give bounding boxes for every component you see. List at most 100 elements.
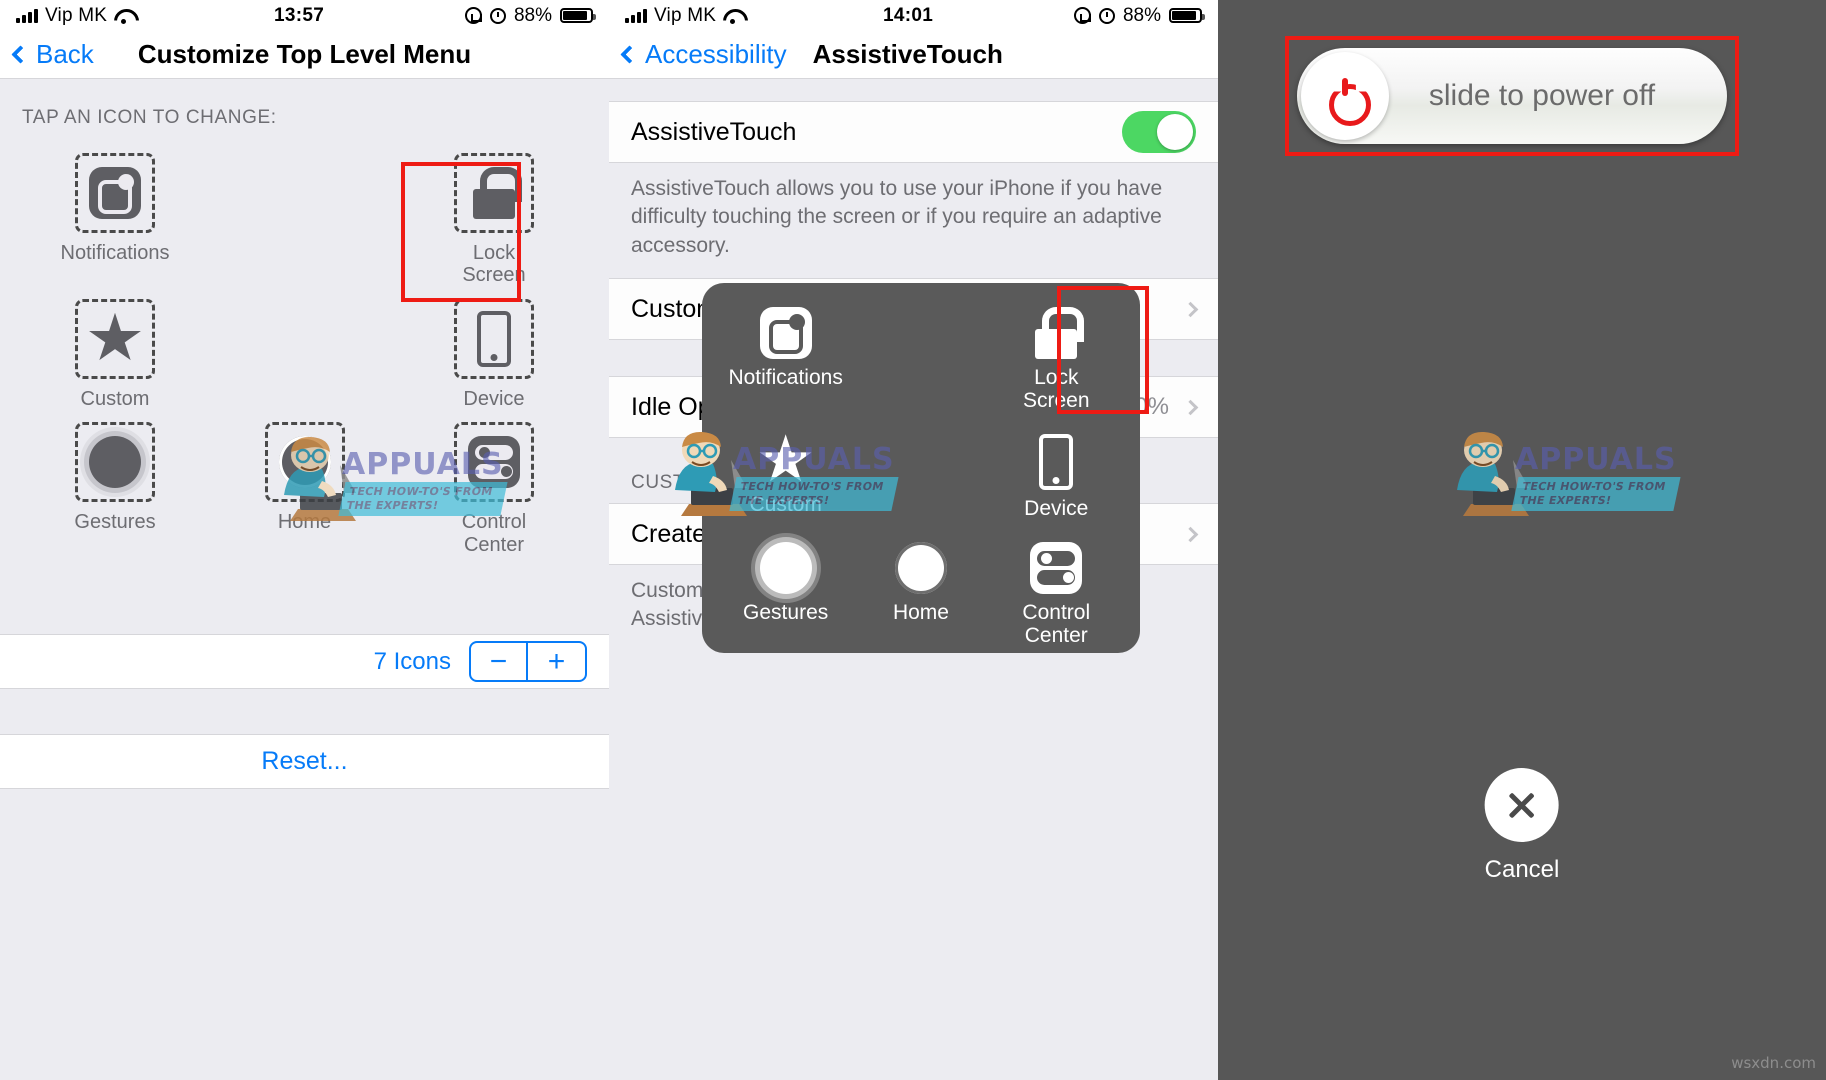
gestures-icon [89,436,141,489]
battery-percent-label: 88% [513,4,552,26]
cancel-button[interactable]: Cancel [1484,768,1560,884]
icon-slot [75,298,155,379]
panel-power-off: slide to power off APPUALS TECH HOW-TO'S… [1218,0,1826,1080]
panel-assistivetouch-settings: Vip MK 14:01 88% Accessibility Assistive… [609,0,1218,1080]
section-header: TAP AN ICON TO CHANGE: [22,107,277,128]
back-button-accessibility[interactable]: Accessibility [609,39,787,70]
icon-slot [75,153,155,233]
icon-cell-gestures[interactable]: Gestures [40,422,190,556]
screenshot-root: Vip MK 13:57 88% Back Customize Top Leve… [0,0,1826,1080]
icon-slot [454,422,534,503]
reset-button-label[interactable]: Reset... [261,747,347,776]
icon-count-label: 7 Icons [373,647,451,675]
at-item-label: Gestures [743,601,829,625]
at-item-home[interactable]: Home [853,538,988,647]
gestures-icon [759,542,812,595]
rotation-lock-icon [464,7,482,24]
icon-cell-empty[interactable] [230,299,380,410]
clock-label: 14:01 [882,4,934,26]
back-button-label: Accessibility [645,39,787,69]
row-label: AssistiveTouch [631,117,797,146]
at-item-label: Custom [749,493,822,517]
icon-slot [264,422,345,503]
at-item-device[interactable]: Device [989,430,1124,520]
wifi-icon [114,9,133,24]
icon-cell-label: Lock Screen [462,242,526,287]
chevron-right-icon [1182,526,1199,542]
at-item-gestures[interactable]: Gestures [718,538,853,647]
icon-slot [454,298,534,379]
slider-label: slide to power off [1428,79,1656,112]
rotation-lock-icon [1073,7,1091,24]
cellular-signal-icon [16,8,38,23]
icon-cell-lock-screen[interactable]: Lock Screen [419,153,569,287]
alarm-icon [1098,7,1115,24]
decrement-button[interactable]: − [471,643,528,680]
close-icon [1506,789,1538,821]
icon-cell-notifications[interactable]: Notifications [40,153,190,287]
at-item-label: Control Center [1022,601,1091,648]
notifications-icon [759,307,812,359]
watermark-person-icon [1457,431,1529,516]
carrier-label: Vip MK [654,4,717,26]
slide-to-power-off-slider[interactable]: slide to power off [1297,48,1727,144]
at-item-label: Device [1024,497,1089,521]
at-item-empty [853,430,988,520]
at-item-label: Notifications [728,366,843,389]
assistivetouch-menu-overlay: Notifications Lock Screen Custom Device [702,283,1140,653]
icon-cell-label: Gestures [74,511,156,534]
at-item-lock-screen[interactable]: Lock Screen [989,303,1124,412]
assistivetouch-toggle[interactable] [1122,111,1196,153]
navigation-bar-mid: Accessibility AssistiveTouch [609,31,1218,79]
device-icon [1039,434,1074,491]
icon-count-stepper[interactable]: − + [469,641,587,682]
back-button[interactable]: Back [0,39,94,70]
alarm-icon [489,7,506,24]
assistivetouch-menu-grid: Notifications Lock Screen Custom Device [718,303,1124,647]
icon-cell-home[interactable]: Home [230,422,380,556]
wifi-icon [723,9,742,24]
icon-cell-empty[interactable] [230,153,380,287]
notifications-icon [89,167,141,219]
star-icon [759,434,812,482]
panel-customize-top-level-menu: Vip MK 13:57 88% Back Customize Top Leve… [0,0,609,1080]
chevron-left-icon [11,45,30,64]
at-item-notifications[interactable]: Notifications [718,303,853,412]
status-bar-mid: Vip MK 14:01 88% [609,0,1218,31]
icon-cell-label: Notifications [60,242,170,264]
icon-cell-custom[interactable]: Custom [40,298,190,410]
page-title: AssistiveTouch [812,39,1003,69]
icon-cell-label: Home [277,511,332,534]
icon-cell-label: Control Center [461,511,527,556]
cellular-signal-icon [625,8,647,23]
cancel-label: Cancel [1484,856,1560,883]
power-off-slider-wrap: slide to power off [1297,48,1727,144]
icon-grid-row: Gestures Home Control Center [40,422,569,556]
home-icon [894,542,947,595]
icon-cell-control-center[interactable]: Control Center [419,422,569,556]
status-bar-left: Vip MK 13:57 88% [0,0,609,31]
at-item-custom[interactable]: Custom [718,430,853,520]
icon-cell-label: Device [463,387,525,410]
carrier-label: Vip MK [45,4,108,26]
chevron-left-icon [620,45,639,64]
increment-button[interactable]: + [528,643,585,680]
at-item-label: Home [892,601,949,625]
at-item-label: Lock Screen [1023,366,1090,413]
at-item-empty [853,303,988,412]
device-icon [477,310,511,367]
row-assistivetouch-toggle[interactable]: AssistiveTouch [609,101,1218,163]
reset-row[interactable]: Reset... [0,734,609,789]
assistivetouch-description: AssistiveTouch allows you to use your iP… [631,177,1163,257]
icon-grid-row: Custom Device [40,298,569,410]
at-item-control-center[interactable]: Control Center [989,538,1124,647]
battery-icon [1169,8,1205,23]
cancel-circle[interactable] [1485,768,1559,842]
icon-cell-label: Custom [80,387,150,410]
control-center-icon [468,436,520,489]
icon-grid: Notifications Lock Screen Custom Device [0,129,609,578]
navigation-bar-left: Back Customize Top Level Menu [0,31,609,79]
back-button-label: Back [36,39,94,69]
icon-cell-device[interactable]: Device [419,298,569,410]
watermark-appuals: APPUALS TECH HOW-TO'S FROM THE EXPERTS! [1443,430,1681,521]
